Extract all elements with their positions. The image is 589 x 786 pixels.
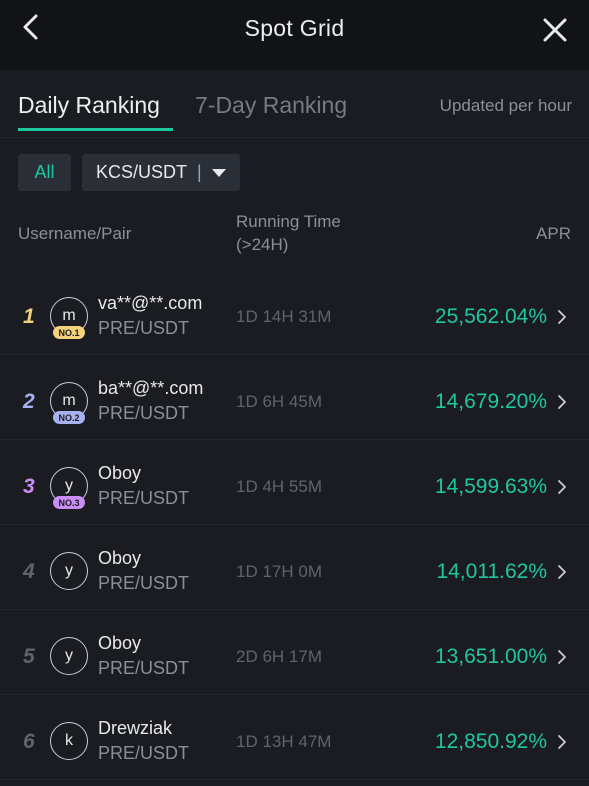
avatar-initial: k [65, 732, 73, 749]
chevron-right-icon [555, 733, 569, 751]
top-bar: Spot Grid [0, 0, 589, 70]
avatar-initial: m [62, 392, 76, 409]
tab-7-day-ranking[interactable]: 7-Day Ranking [195, 92, 347, 119]
rank-number: 3 [23, 475, 35, 498]
username: va**@**.com [98, 293, 203, 313]
rank-number: 4 [23, 560, 35, 583]
running-time: 1D 13H 47M [236, 732, 332, 751]
trading-pair: PRE/USDT [98, 743, 190, 763]
running-time: 1D 6H 45M [236, 392, 322, 411]
ranking-row[interactable]: 6 k Drewziak PRE/USDT 1D 13H 47M 12,850.92% [0, 695, 589, 780]
avatar: y [50, 637, 88, 675]
pair-selector-label: KCS/USDT [96, 162, 188, 182]
ranking-row[interactable]: 5 y Oboy PRE/USDT 2D 6H 17M 13,651.00% [0, 610, 589, 695]
trading-pair: PRE/USDT [98, 318, 190, 338]
active-tab-indicator [18, 128, 173, 131]
rank-badge: NO.2 [53, 411, 85, 424]
rank-number: 5 [23, 645, 35, 668]
trading-pair: PRE/USDT [98, 488, 190, 508]
update-frequency-note: Updated per hour [439, 96, 572, 115]
rank-number: 6 [23, 730, 35, 753]
pair-separator: | [197, 162, 202, 182]
avatar: k [50, 722, 88, 760]
running-time: 1D 4H 55M [236, 477, 322, 496]
avatar-initial: y [65, 562, 73, 579]
running-time: 2D 6H 17M [236, 647, 322, 666]
chevron-right-icon [555, 648, 569, 666]
rank-badge: NO.3 [53, 496, 85, 509]
apr-value: 14,599.63% [434, 475, 547, 498]
trading-pair: PRE/USDT [98, 403, 190, 423]
rank-number: 1 [23, 305, 35, 328]
avatar-initial: y [65, 647, 73, 664]
rank-badge: NO.1 [53, 326, 85, 339]
avatar-initial: y [65, 477, 73, 494]
avatar-initial: m [62, 307, 76, 324]
ranking-row[interactable]: 2 m NO.2 ba**@**.com PRE/USDT 1D 6H 45M 14,679… [0, 355, 589, 440]
apr-value: 12,850.92% [434, 730, 547, 753]
apr-value: 14,011.62% [436, 560, 547, 583]
username: Oboy [98, 633, 142, 653]
apr-value: 25,562.04% [434, 305, 547, 328]
caret-down-icon [211, 168, 226, 177]
chevron-right-icon [555, 478, 569, 496]
running-time: 1D 17H 0M [236, 562, 322, 581]
ranking-tabs: Daily Ranking 7-Day Ranking Updated per … [0, 70, 589, 138]
pair-selector[interactable]: KCS/USDT | [82, 154, 240, 191]
column-header-user: Username/Pair [18, 224, 132, 243]
rank-number: 2 [23, 390, 35, 413]
username: Oboy [98, 548, 142, 568]
trading-pair: PRE/USDT [98, 573, 190, 593]
username: ba**@**.com [98, 378, 204, 398]
close-icon[interactable] [539, 14, 571, 46]
apr-value: 13,651.00% [434, 645, 547, 668]
apr-value: 14,679.20% [434, 390, 547, 413]
trading-pair: PRE/USDT [98, 658, 190, 678]
filter-all-button[interactable]: All [18, 154, 71, 191]
username: Drewziak [98, 718, 173, 738]
ranking-row[interactable]: 1 m NO.1 va**@**.com PRE/USDT 1D 14H 31M 25,56… [0, 270, 589, 355]
chevron-right-icon [555, 393, 569, 411]
chevron-right-icon [555, 563, 569, 581]
column-header-apr: APR [536, 224, 571, 243]
running-time-label: Running Time [236, 212, 341, 231]
ranking-row[interactable]: 3 y NO.3 Oboy PRE/USDT 1D 4H 55M 14,599.63% [0, 440, 589, 525]
running-time-qualifier: (>24H) [236, 235, 289, 254]
username: Oboy [98, 463, 142, 483]
running-time: 1D 14H 31M [236, 307, 332, 326]
ranking-row[interactable]: 4 y Oboy PRE/USDT 1D 17H 0M 14,011.62% [0, 525, 589, 610]
column-header-running-time: Running Time (>24H) [236, 210, 341, 256]
tab-daily-ranking[interactable]: Daily Ranking [18, 92, 160, 119]
chevron-right-icon [555, 308, 569, 326]
avatar: y [50, 552, 88, 590]
ranking-panel: Daily Ranking 7-Day Ranking Updated per … [0, 70, 589, 786]
page-title: Spot Grid [244, 15, 345, 41]
